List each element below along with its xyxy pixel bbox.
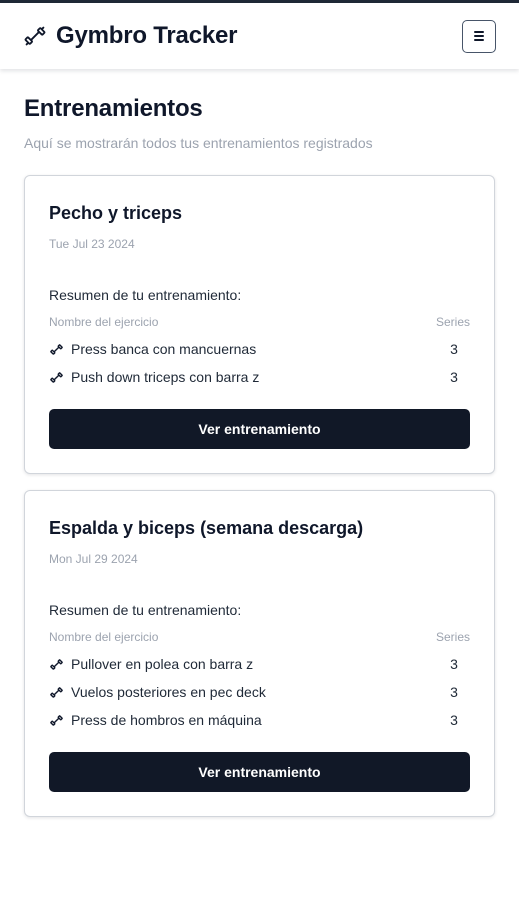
exercise-row: Press de hombros en máquina 3 bbox=[49, 706, 470, 734]
page-subtitle: Aquí se mostrarán todos tus entrenamient… bbox=[24, 135, 373, 151]
workout-card: Pecho y triceps Tue Jul 23 2024 Resumen … bbox=[24, 175, 495, 474]
exercise-row: Pullover en polea con barra z 3 bbox=[49, 650, 470, 678]
workout-date: Mon Jul 29 2024 bbox=[49, 552, 138, 566]
exercise-name-cell: Press de hombros en máquina bbox=[49, 712, 262, 728]
exercise-name: Pullover en polea con barra z bbox=[71, 656, 254, 672]
menu-button[interactable] bbox=[462, 19, 496, 53]
exercise-list: Pullover en polea con barra z 3 Vuelos p… bbox=[49, 650, 470, 734]
column-header-exercise: Nombre del ejercicio bbox=[49, 630, 159, 644]
page-title: Entrenamientos bbox=[24, 95, 203, 122]
dumbbell-small-icon bbox=[49, 657, 64, 672]
exercise-name: Push down triceps con barra z bbox=[71, 369, 260, 385]
exercise-series: 3 bbox=[450, 341, 458, 357]
workout-title: Pecho y triceps bbox=[49, 203, 183, 223]
app-header: Gymbro Tracker bbox=[0, 3, 519, 69]
exercise-series: 3 bbox=[450, 656, 458, 672]
brand[interactable]: Gymbro Tracker bbox=[24, 22, 237, 50]
workout-summary-label: Resumen de tu entrenamiento: bbox=[49, 602, 242, 618]
exercise-series: 3 bbox=[450, 684, 458, 700]
column-header-exercise: Nombre del ejercicio bbox=[49, 315, 159, 329]
exercise-name: Vuelos posteriores en pec deck bbox=[71, 684, 266, 700]
column-header-series: Series bbox=[435, 630, 470, 644]
exercise-row: Push down triceps con barra z 3 bbox=[49, 363, 470, 391]
exercise-series: 3 bbox=[450, 712, 458, 728]
exercise-table-header: Nombre del ejercicio Series bbox=[49, 315, 470, 329]
view-workout-button[interactable]: Ver entrenamiento bbox=[49, 752, 470, 792]
workout-summary-label: Resumen de tu entrenamiento: bbox=[49, 287, 242, 303]
app-title: Gymbro Tracker bbox=[56, 22, 238, 49]
workout-date: Tue Jul 23 2024 bbox=[49, 237, 135, 251]
dumbbell-small-icon bbox=[49, 342, 64, 357]
view-workout-button[interactable]: Ver entrenamiento bbox=[49, 409, 470, 449]
exercise-row: Press banca con mancuernas 3 bbox=[49, 335, 470, 363]
exercise-table-header: Nombre del ejercicio Series bbox=[49, 630, 470, 644]
exercise-name-cell: Press banca con mancuernas bbox=[49, 341, 256, 357]
exercise-name-cell: Vuelos posteriores en pec deck bbox=[49, 684, 266, 700]
main-content: Entrenamientos Aquí se mostrarán todos t… bbox=[0, 69, 519, 817]
exercise-series: 3 bbox=[450, 369, 458, 385]
workout-list: Pecho y triceps Tue Jul 23 2024 Resumen … bbox=[24, 175, 495, 817]
exercise-name-cell: Pullover en polea con barra z bbox=[49, 656, 253, 672]
exercise-name: Press banca con mancuernas bbox=[71, 341, 257, 357]
exercise-list: Press banca con mancuernas 3 Push down t… bbox=[49, 335, 470, 391]
exercise-name: Press de hombros en máquina bbox=[71, 712, 262, 728]
exercise-row: Vuelos posteriores en pec deck 3 bbox=[49, 678, 470, 706]
dumbbell-icon bbox=[24, 25, 46, 47]
hamburger-menu-icon bbox=[474, 31, 484, 41]
workout-title: Espalda y biceps (semana descarga) bbox=[49, 518, 364, 538]
workout-card: Espalda y biceps (semana descarga) Mon J… bbox=[24, 490, 495, 817]
dumbbell-small-icon bbox=[49, 685, 64, 700]
dumbbell-small-icon bbox=[49, 370, 64, 385]
exercise-name-cell: Push down triceps con barra z bbox=[49, 369, 259, 385]
dumbbell-small-icon bbox=[49, 713, 64, 728]
column-header-series: Series bbox=[435, 315, 470, 329]
